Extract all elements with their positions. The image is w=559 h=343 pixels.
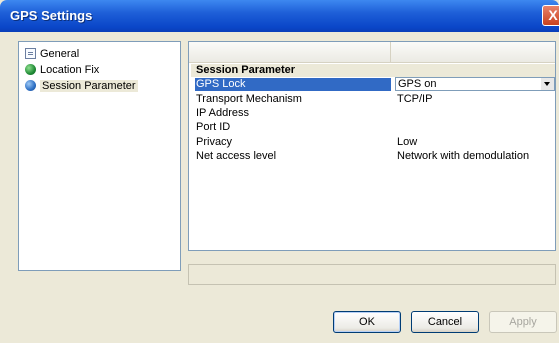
grid-header xyxy=(189,42,555,63)
grid-header-col-name xyxy=(189,42,391,62)
globe-blue-icon xyxy=(25,80,36,91)
grid-row-privacy[interactable]: Privacy Low xyxy=(191,136,555,149)
tree-item-session-parameter[interactable]: Session Parameter xyxy=(25,79,138,93)
title-bar: GPS Settings X xyxy=(0,0,559,32)
tree-item-label: Session Parameter xyxy=(40,80,138,92)
grid-row-value: Low xyxy=(397,136,418,148)
grid-row-key: Transport Mechanism xyxy=(196,93,302,105)
grid-row-ip-address[interactable]: IP Address xyxy=(191,107,555,120)
grid-row-key: Net access level xyxy=(196,150,277,162)
close-icon: X xyxy=(548,7,558,23)
grid-row-key: IP Address xyxy=(196,107,249,119)
globe-green-icon xyxy=(25,64,36,75)
grid-row-value: TCP/IP xyxy=(397,93,433,105)
tree-item-location-fix[interactable]: Location Fix xyxy=(25,63,99,77)
tree-item-label: Location Fix xyxy=(40,64,100,76)
dropdown-value: GPS on xyxy=(398,78,437,90)
grid-row-net-access-level[interactable]: Net access level Network with demodulati… xyxy=(191,150,555,163)
grid-row-key: Privacy xyxy=(196,136,233,148)
grid-row-gps-lock[interactable]: GPS Lock GPS on xyxy=(191,77,555,91)
grid-row-key: Port ID xyxy=(196,121,231,133)
tree-item-general[interactable]: General xyxy=(25,47,79,61)
tree-item-label: General xyxy=(40,48,80,60)
close-button[interactable]: X xyxy=(542,5,559,26)
ok-button[interactable]: OK xyxy=(333,311,401,333)
chevron-down-icon[interactable] xyxy=(541,78,554,90)
description-panel xyxy=(188,264,556,285)
apply-button[interactable]: Apply xyxy=(489,311,557,333)
cancel-button[interactable]: Cancel xyxy=(411,311,479,333)
window-title: GPS Settings xyxy=(10,8,93,23)
grid-row-transport-mechanism[interactable]: Transport Mechanism TCP/IP xyxy=(191,93,555,106)
property-grid[interactable]: Session Parameter GPS Lock GPS on Transp… xyxy=(188,41,556,251)
grid-row-key: GPS Lock xyxy=(195,78,391,91)
document-icon xyxy=(25,48,36,59)
settings-tree[interactable]: General Location Fix Session Parameter xyxy=(18,41,181,271)
grid-row-value: Network with demodulation xyxy=(397,150,530,162)
gps-lock-dropdown[interactable]: GPS on xyxy=(395,77,555,91)
grid-row-port-id[interactable]: Port ID xyxy=(191,121,555,134)
grid-section-title: Session Parameter xyxy=(191,64,555,77)
grid-header-col-value xyxy=(390,42,555,62)
